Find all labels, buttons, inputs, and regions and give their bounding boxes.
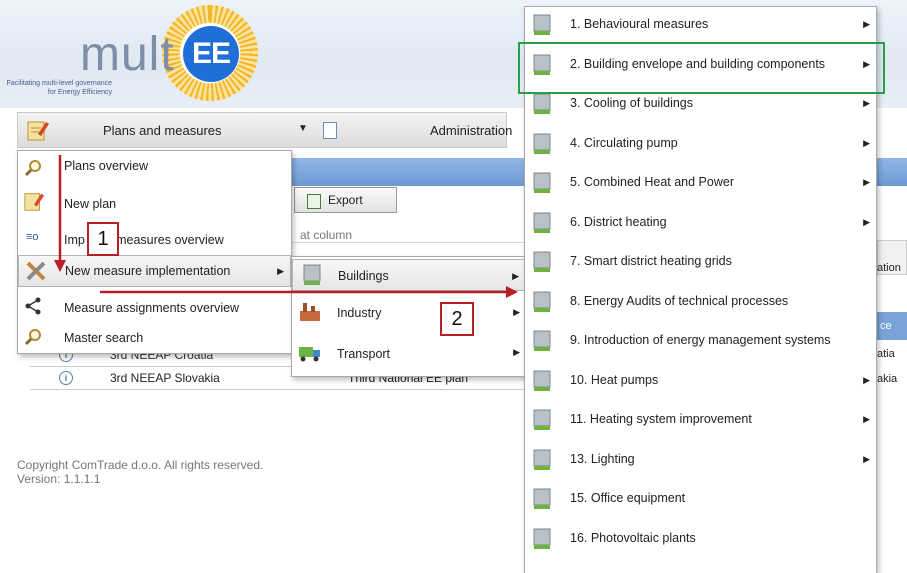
- highlight-box: [518, 42, 885, 94]
- step1-badge: 1: [87, 222, 119, 256]
- step2-badge: 2: [440, 302, 474, 336]
- step1-arrowhead: [54, 260, 66, 272]
- step2-arrowhead: [506, 286, 518, 298]
